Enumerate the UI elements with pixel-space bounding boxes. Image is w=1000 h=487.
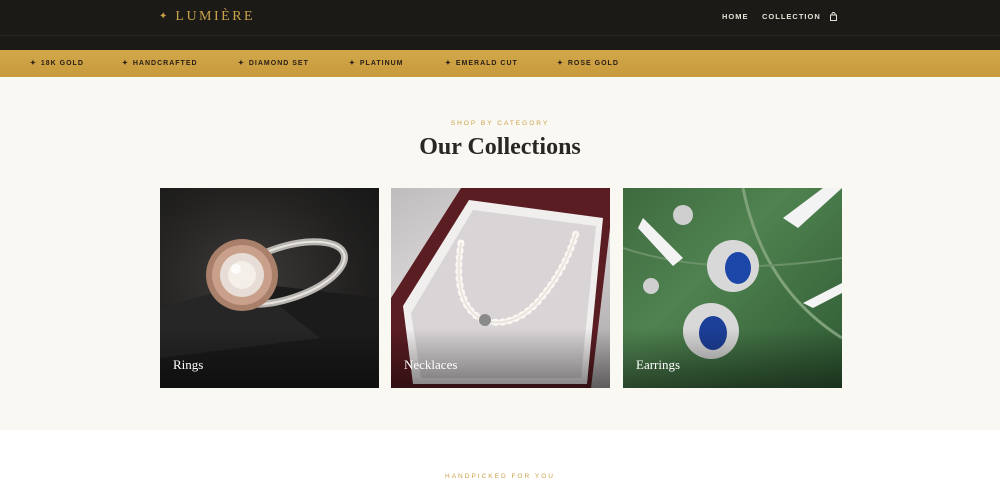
sparkle-icon: ✦ <box>238 60 245 67</box>
card-label: Rings <box>173 357 204 372</box>
ticker-label: HANDCRAFTED <box>132 60 198 67</box>
sparkle-icon: ✦ <box>30 60 37 67</box>
collection-card-necklaces[interactable]: Necklaces <box>391 188 610 388</box>
card-label: Necklaces <box>404 357 458 372</box>
collection-card-rings[interactable]: Rings <box>160 188 379 388</box>
ticker-item: ✦ HANDCRAFTED <box>122 59 198 69</box>
shopping-bag-icon[interactable] <box>830 12 837 21</box>
sparkle-icon: ✦ <box>445 60 452 67</box>
ticker-item: ✦ 18K GOLD <box>30 59 84 69</box>
nav-collection-link[interactable]: COLLECTION <box>762 12 821 22</box>
ticker-label: DIAMOND SET <box>248 60 309 67</box>
nav-home-link[interactable]: HOME <box>722 12 749 22</box>
sparkle-icon: ✦ <box>557 60 564 67</box>
ticker-label: 18K GOLD <box>40 60 84 67</box>
brand-name: LUMIÈRE <box>175 9 256 24</box>
ticker-item: ✦ PLATINUM <box>349 59 404 69</box>
featured-eyebrow: HANDPICKED FOR YOU <box>445 473 555 480</box>
ticker-label: ROSE GOLD <box>567 60 619 67</box>
ticker-item: ✦ EMERALD CUT <box>445 59 518 69</box>
collection-card-earrings[interactable]: Earrings <box>623 188 842 388</box>
ticker-label: EMERALD CUT <box>455 60 518 67</box>
section-eyebrow: SHOP BY CATEGORY <box>450 120 550 127</box>
card-label: Earrings <box>636 357 681 372</box>
ticker-label: PLATINUM <box>359 60 404 67</box>
ticker-item: ✦ ROSE GOLD <box>557 59 619 69</box>
section-title: Our Collections <box>419 134 581 160</box>
sparkle-icon: ✦ <box>122 60 129 67</box>
site-header: ✦ LUMIÈRE <box>0 0 1000 35</box>
sparkle-icon: ✦ <box>159 11 168 22</box>
features-ticker: ✦ 18K GOLD ✦ HANDCRAFTED ✦ DIAMOND SET ✦… <box>0 50 1000 77</box>
ticker-item: ✦ DIAMOND SET <box>238 59 309 69</box>
header-divider-band <box>0 35 1000 50</box>
brand-logo[interactable]: ✦ LUMIÈRE <box>159 8 255 26</box>
sparkle-icon: ✦ <box>349 60 356 67</box>
